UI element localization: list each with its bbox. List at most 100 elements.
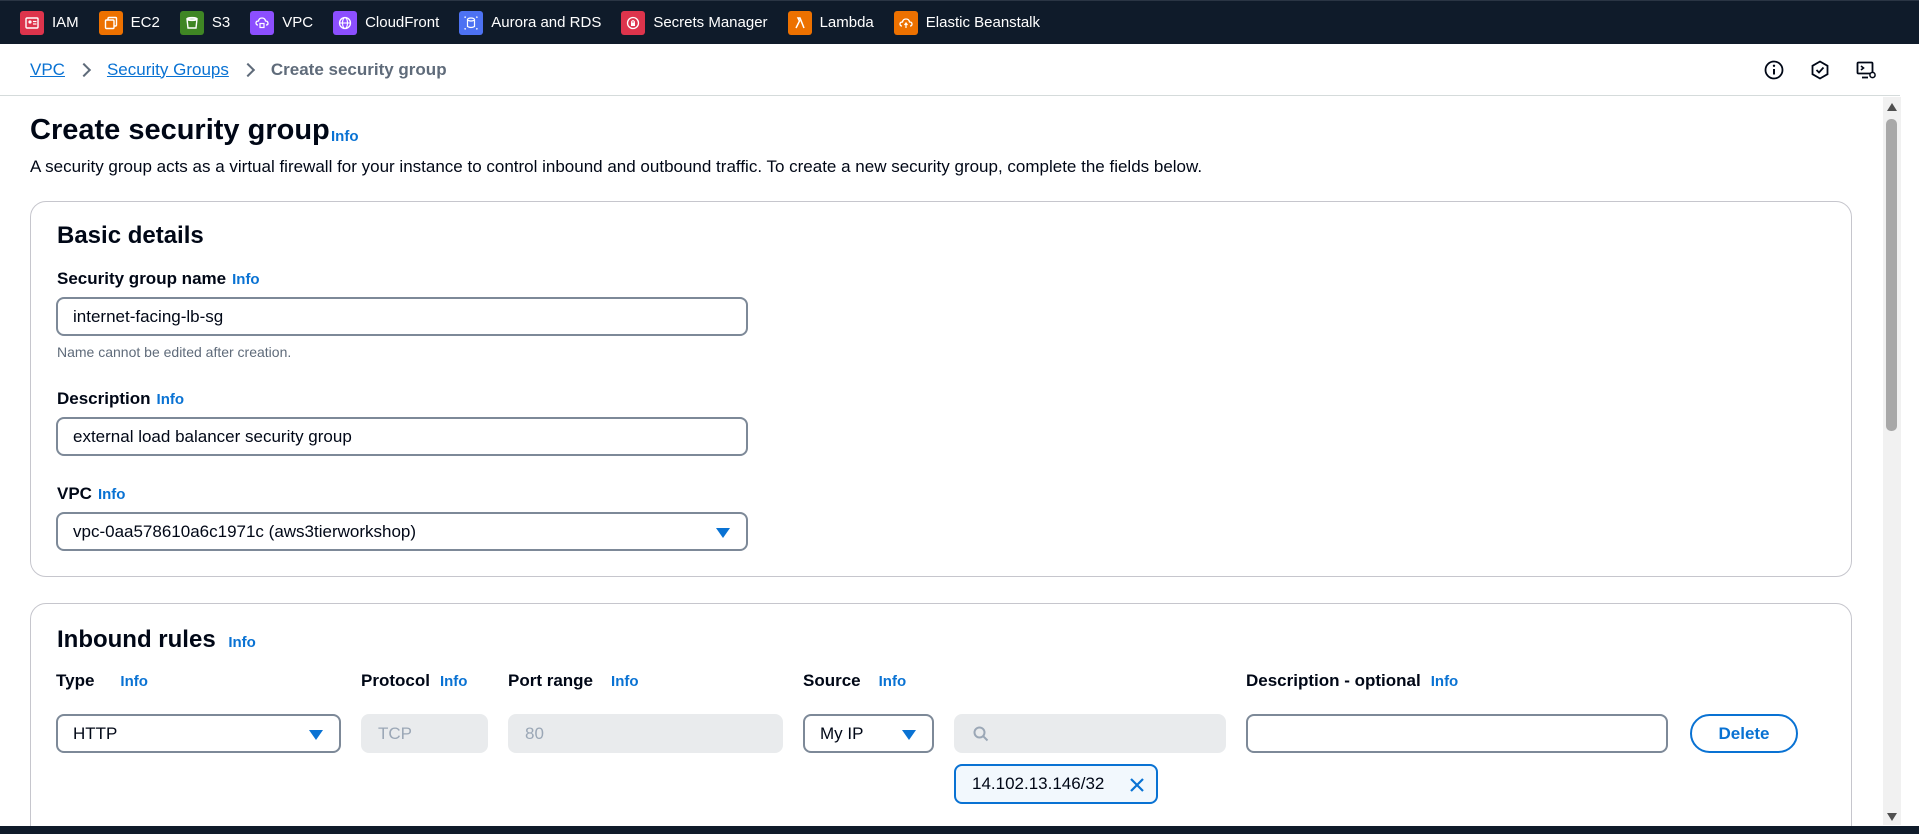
column-header-type: Type Info — [56, 671, 148, 691]
favorite-label: IAM — [52, 14, 79, 31]
column-header-description: Description - optional Info — [1246, 671, 1458, 691]
column-header-source-text: Source — [803, 671, 861, 690]
secrets-manager-icon — [621, 10, 646, 35]
protocol-info-link[interactable]: Info — [440, 673, 468, 690]
description-label: Description Info — [57, 389, 184, 409]
vpc-select[interactable]: vpc-0aa578610a6c1971c (aws3tierworkshop) — [56, 512, 748, 551]
inbound-rules-title: Inbound rules Info — [57, 626, 256, 654]
service-favorites-bar: IAM EC2 S3 VPC CloudFront Aurora and RDS… — [0, 0, 1919, 44]
security-group-name-input[interactable]: internet-facing-lb-sg — [56, 297, 748, 336]
favorite-label: VPC — [282, 14, 314, 31]
elastic-beanstalk-icon — [893, 10, 918, 35]
favorite-iam[interactable]: IAM — [20, 10, 79, 35]
breadcrumb-vpc-link[interactable]: VPC — [30, 60, 65, 80]
delete-rule-button[interactable]: Delete — [1690, 714, 1798, 753]
header-tools — [1742, 56, 1880, 84]
column-header-port-range: Port range Info — [508, 671, 639, 691]
window-edge — [1901, 44, 1919, 834]
name-constraint-hint: Name cannot be edited after creation. — [57, 344, 292, 360]
vpc-info-link[interactable]: Info — [98, 486, 126, 503]
column-header-protocol-text: Protocol — [361, 671, 430, 690]
favorite-vpc[interactable]: VPC — [250, 10, 314, 35]
basic-details-title: Basic details — [57, 222, 204, 249]
search-icon — [973, 726, 989, 741]
close-icon[interactable] — [1128, 776, 1146, 794]
rule-port-range-value: 80 — [525, 723, 544, 743]
scroll-down-arrow-icon[interactable] — [1887, 813, 1897, 821]
cloudshell-button[interactable] — [1852, 56, 1880, 84]
info-circle-icon — [1764, 60, 1784, 80]
window-bottom-edge — [0, 826, 1919, 834]
page-info-link[interactable]: Info — [331, 128, 359, 145]
column-header-description-text: Description - optional — [1246, 671, 1421, 690]
favorite-label: CloudFront — [365, 14, 440, 31]
favorite-label: Elastic Beanstalk — [925, 14, 1041, 31]
rule-source-select[interactable]: My IP — [803, 714, 934, 753]
lambda-icon — [787, 10, 812, 35]
chevron-right-icon — [240, 62, 255, 77]
favorite-label: Lambda — [819, 14, 874, 31]
caret-down-icon — [309, 730, 323, 740]
favorite-label: EC2 — [130, 14, 160, 31]
source-cidr-token: 14.102.13.146/32 — [954, 764, 1158, 804]
favorite-label: Secrets Manager — [653, 14, 768, 31]
favorite-secrets-manager[interactable]: Secrets Manager — [621, 10, 768, 35]
info-panel-button[interactable] — [1760, 56, 1788, 84]
description-info-link[interactable]: Info — [157, 391, 185, 408]
caret-down-icon — [902, 730, 916, 740]
breadcrumb: VPC Security Groups Create security grou… — [0, 44, 1900, 96]
rule-protocol-field: TCP — [361, 714, 488, 753]
rule-source-search-input[interactable] — [954, 714, 1226, 753]
inbound-rules-info-link[interactable]: Info — [228, 634, 256, 651]
source-info-link[interactable]: Info — [879, 673, 907, 690]
favorite-ec2[interactable]: EC2 — [98, 10, 160, 35]
vertical-scrollbar[interactable] — [1883, 97, 1901, 825]
security-group-name-info-link[interactable]: Info — [232, 271, 260, 288]
rule-source-value: My IP — [820, 723, 864, 743]
caret-down-icon — [716, 528, 730, 538]
vpc-label: VPC Info — [57, 484, 125, 504]
rule-type-select[interactable]: HTTP — [56, 714, 341, 753]
ec2-icon — [98, 10, 123, 35]
security-group-name-label-text: Security group name — [57, 269, 227, 288]
column-header-protocol: Protocol Info — [361, 671, 467, 691]
inbound-rules-title-text: Inbound rules — [57, 626, 216, 653]
security-group-name-label: Security group name Info — [57, 269, 260, 289]
column-header-source: Source Info — [803, 671, 906, 691]
breadcrumb-security-groups-link[interactable]: Security Groups — [107, 60, 229, 80]
chevron-right-icon — [76, 62, 92, 77]
description-label-text: Description — [57, 389, 151, 408]
rds-icon — [459, 10, 484, 35]
monitor-settings-icon — [1856, 61, 1876, 79]
favorite-s3[interactable]: S3 — [179, 10, 230, 35]
vpc-label-text: VPC — [57, 484, 92, 503]
basic-details-panel: Basic details Security group name Info in… — [30, 201, 1852, 577]
source-cidr-value: 14.102.13.146/32 — [972, 774, 1105, 793]
rule-description-input[interactable] — [1246, 714, 1668, 753]
favorite-cloudfront[interactable]: CloudFront — [333, 10, 440, 35]
page-description: A security group acts as a virtual firew… — [30, 157, 1203, 176]
scrollbar-thumb[interactable] — [1886, 119, 1897, 431]
rule-protocol-value: TCP — [378, 723, 412, 743]
hexagon-shield-icon — [1811, 60, 1829, 80]
vpc-icon — [250, 10, 275, 35]
vpc-select-value: vpc-0aa578610a6c1971c (aws3tierworkshop) — [73, 521, 417, 541]
favorite-elastic-beanstalk[interactable]: Elastic Beanstalk — [893, 10, 1041, 35]
rule-port-range-field: 80 — [508, 714, 783, 753]
description-value: external load balancer security group — [73, 426, 352, 446]
app-window: IAM EC2 S3 VPC CloudFront Aurora and RDS… — [0, 0, 1919, 834]
description-input[interactable]: external load balancer security group — [56, 417, 748, 456]
iam-icon — [20, 10, 44, 35]
favorite-lambda[interactable]: Lambda — [787, 10, 874, 35]
security-tool-button[interactable] — [1806, 56, 1834, 84]
cloudfront-icon — [333, 10, 358, 35]
scroll-up-arrow-icon[interactable] — [1887, 103, 1897, 111]
port-range-info-link[interactable]: Info — [611, 673, 639, 690]
favorite-aurora-rds[interactable]: Aurora and RDS — [459, 10, 602, 35]
favorite-label: Aurora and RDS — [491, 14, 602, 31]
rule-description-info-link[interactable]: Info — [1431, 673, 1459, 690]
security-group-name-value: internet-facing-lb-sg — [73, 306, 224, 326]
page-title: Create security group — [30, 114, 330, 146]
s3-icon — [179, 10, 204, 35]
type-info-link[interactable]: Info — [120, 673, 148, 690]
